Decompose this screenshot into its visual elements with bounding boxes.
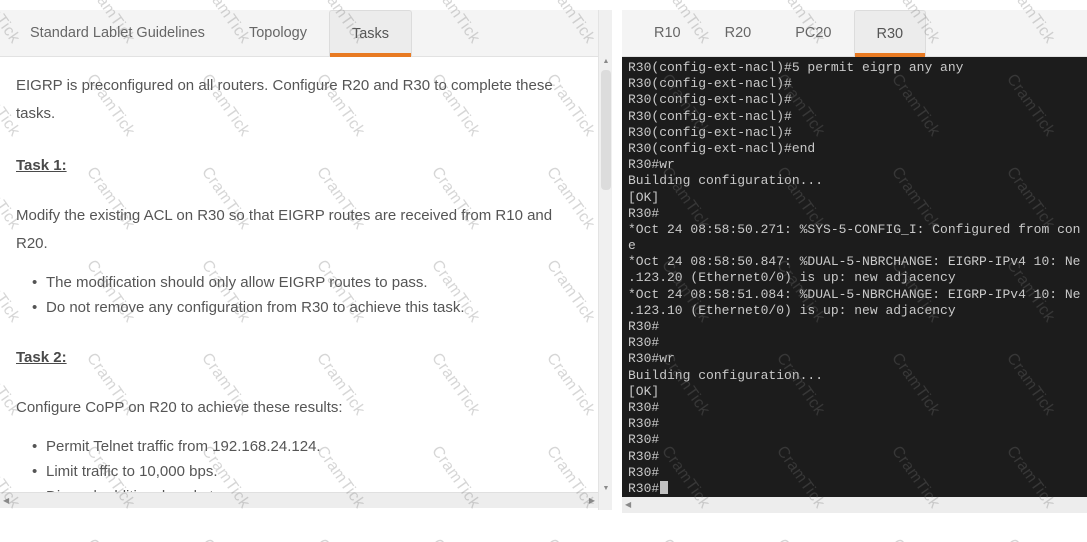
instructions-tab-bar: Standard Lablet Guidelines Topology Task… — [0, 10, 598, 57]
scroll-left-icon[interactable]: ◀ — [625, 498, 631, 512]
watermark-text: CramTick — [542, 536, 598, 542]
device-tab-bar: R10 R20 PC20 R30 — [622, 10, 1087, 57]
device-tab[interactable]: R20 — [703, 10, 774, 56]
device-tab[interactable]: R30 — [854, 10, 927, 56]
intro-paragraph: EIGRP is preconfigured on all routers. C… — [16, 72, 582, 128]
tab-label: Standard Lablet Guidelines — [30, 25, 205, 41]
watermark-text: CramTick — [0, 536, 23, 542]
tab-label: Topology — [249, 25, 307, 41]
scroll-left-icon[interactable]: ◀ — [3, 494, 9, 508]
tab-label: R10 — [654, 25, 681, 41]
terminal-line: R30#wr — [628, 157, 1087, 173]
terminal-line: R30(config-ext-nacl)#end — [628, 141, 1087, 157]
terminal-line: Building configuration... — [628, 368, 1087, 384]
task2-bullet: Limit traffic to 10,000 bps. — [16, 459, 582, 484]
terminal-line: *Oct 24 08:58:50.271: %SYS-5-CONFIG_I: C… — [628, 222, 1087, 238]
task1-bullet-list: The modification should only allow EIGRP… — [16, 270, 582, 320]
terminal-line: R30(config-ext-nacl)#5 permit eigrp any … — [628, 60, 1087, 76]
console-panel: R10 R20 PC20 R30 R30(config-ext-nacl)#5 … — [622, 10, 1087, 512]
terminal-line: e — [628, 238, 1087, 254]
terminal-line: R30# — [628, 400, 1087, 416]
terminal-line: R30# — [628, 481, 1087, 497]
terminal-line: *Oct 24 08:58:51.084: %DUAL-5-NBRCHANGE:… — [628, 287, 1087, 303]
terminal-line: .123.20 (Ethernet0/0) is up: new adjacen… — [628, 270, 1087, 286]
watermark-text: CramTick — [312, 536, 368, 542]
r30-console-terminal[interactable]: R30(config-ext-nacl)#5 permit eigrp any … — [622, 57, 1087, 497]
task2-bullet: Discard additional packets. — [16, 484, 582, 492]
tab-label: PC20 — [795, 25, 831, 41]
terminal-line: R30# — [628, 206, 1087, 222]
scrollbar-thumb[interactable] — [601, 70, 611, 190]
terminal-line: [OK] — [628, 190, 1087, 206]
terminal-line: R30#wr — [628, 351, 1087, 367]
terminal-line: R30# — [628, 416, 1087, 432]
scroll-down-icon[interactable]: ▼ — [599, 485, 613, 492]
terminal-line: *Oct 24 08:58:50.847: %DUAL-5-NBRCHANGE:… — [628, 254, 1087, 270]
instructions-vertical-scrollbar[interactable]: ▲ ▼ — [598, 10, 612, 510]
terminal-line: .123.10 (Ethernet0/0) is up: new adjacen… — [628, 303, 1087, 319]
tab-label: R20 — [725, 25, 752, 41]
device-tab[interactable]: R10 — [632, 10, 703, 56]
task1-bullet: The modification should only allow EIGRP… — [16, 270, 582, 295]
watermark-text: CramTick — [427, 536, 483, 542]
terminal-line: R30(config-ext-nacl)# — [628, 76, 1087, 92]
tasks-content: EIGRP is preconfigured on all routers. C… — [0, 57, 598, 492]
terminal-line: R30(config-ext-nacl)# — [628, 92, 1087, 108]
exam-lab-screen: Standard Lablet Guidelines Topology Task… — [0, 0, 1087, 542]
instructions-horizontal-scrollbar[interactable]: ◀ ▶ — [0, 492, 598, 508]
scroll-up-icon[interactable]: ▲ — [599, 58, 613, 65]
instructions-tab[interactable]: Topology — [227, 10, 329, 56]
watermark-text: CramTick — [887, 536, 943, 542]
task1-heading: Task 1: — [16, 152, 582, 180]
task1-bullet: Do not remove any configuration from R30… — [16, 295, 582, 320]
terminal-line: R30# — [628, 432, 1087, 448]
instructions-tab[interactable]: Tasks — [329, 10, 412, 56]
watermark-text: CramTick — [1002, 536, 1058, 542]
terminal-line: R30# — [628, 449, 1087, 465]
terminal-line: R30# — [628, 465, 1087, 481]
task2-heading: Task 2: — [16, 344, 582, 372]
watermark-text: CramTick — [657, 536, 713, 542]
task2-bullet-list: Permit Telnet traffic from 192.168.24.12… — [16, 434, 582, 492]
scroll-right-icon[interactable]: ▶ — [589, 494, 595, 508]
tab-label: Tasks — [352, 26, 389, 42]
terminal-line: R30(config-ext-nacl)# — [628, 109, 1087, 125]
terminal-line: R30# — [628, 319, 1087, 335]
terminal-horizontal-scrollbar[interactable]: ◀ — [622, 497, 1087, 513]
terminal-line: R30(config-ext-nacl)# — [628, 125, 1087, 141]
instructions-panel: Standard Lablet Guidelines Topology Task… — [0, 10, 598, 510]
device-tab[interactable]: PC20 — [773, 10, 853, 56]
task1-body: Modify the existing ACL on R30 so that E… — [16, 202, 576, 258]
tab-label: R30 — [877, 26, 904, 42]
task2-bullet: Permit Telnet traffic from 192.168.24.12… — [16, 434, 582, 459]
terminal-line: R30# — [628, 335, 1087, 351]
watermark-text: CramTick — [82, 536, 138, 542]
terminal-line: Building configuration... — [628, 173, 1087, 189]
watermark-text: CramTick — [772, 536, 828, 542]
watermark-text: CramTick — [197, 536, 253, 542]
task2-body: Configure CoPP on R20 to achieve these r… — [16, 394, 576, 422]
instructions-tab[interactable]: Standard Lablet Guidelines — [8, 10, 227, 56]
terminal-line: [OK] — [628, 384, 1087, 400]
